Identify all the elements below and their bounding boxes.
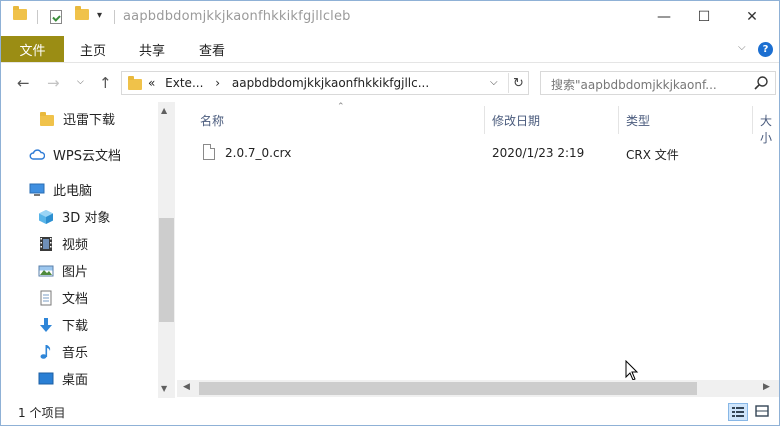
- column-header-type[interactable]: 类型: [626, 112, 650, 129]
- folder-icon: [128, 76, 142, 90]
- back-arrow-icon[interactable]: ←: [17, 74, 30, 92]
- folder-icon: [39, 111, 55, 127]
- sidebar-item-label: 桌面: [62, 373, 89, 388]
- sidebar-item-wps-cloud[interactable]: WPS云文档: [29, 141, 121, 168]
- file-icon: [203, 144, 215, 160]
- scroll-down-icon[interactable]: ▼: [161, 384, 167, 393]
- sidebar-item-label: 下载: [62, 319, 89, 334]
- search-icon[interactable]: [753, 75, 769, 91]
- divider: [752, 106, 753, 134]
- explorer-window: ▾ aapbdbdomjkkjkaonfhkkikfgjllcleb — ☐ ✕…: [0, 0, 780, 426]
- details-view-button[interactable]: [728, 403, 748, 421]
- address-dropdown-icon[interactable]: ⌵: [490, 77, 498, 88]
- breadcrumb-separator[interactable]: ›: [215, 76, 220, 90]
- sidebar-item-videos[interactable]: 视频: [38, 230, 88, 257]
- breadcrumb: « Exte... › aapbdbdomjkkjkaonfhkkikfgjll…: [148, 76, 429, 90]
- sidebar-item-documents[interactable]: 文档: [38, 284, 88, 311]
- help-icon[interactable]: ?: [758, 42, 773, 57]
- divider: [484, 106, 485, 134]
- sidebar-scroll-thumb[interactable]: [159, 218, 174, 322]
- sidebar-item-pictures[interactable]: 图片: [38, 257, 88, 284]
- tab-share[interactable]: 共享: [139, 36, 165, 62]
- forward-arrow-icon[interactable]: →: [47, 74, 60, 92]
- file-type: CRX 文件: [626, 148, 679, 162]
- music-note-icon: [38, 344, 54, 360]
- column-header-modified[interactable]: 修改日期: [492, 112, 540, 129]
- divider: [37, 10, 38, 24]
- item-count: 1 个项目: [18, 406, 66, 420]
- sidebar-item-label: 迅雷下载: [63, 113, 116, 128]
- column-header-name[interactable]: 名称: [200, 112, 224, 129]
- sidebar-item-label: 视频: [62, 238, 89, 253]
- large-icons-view-button[interactable]: [753, 403, 773, 421]
- video-icon: [38, 236, 54, 252]
- sidebar-item-label: 音乐: [62, 346, 89, 361]
- sidebar-item-label: 此电脑: [53, 184, 93, 199]
- title-bar: ▾ aapbdbdomjkkjkaonfhkkikfgjllcleb — ☐ ✕: [1, 1, 779, 33]
- sidebar-item-music[interactable]: 音乐: [38, 338, 88, 365]
- up-arrow-icon[interactable]: ↑: [99, 74, 112, 92]
- large-icons-view-icon: [755, 405, 769, 417]
- sidebar-scrollbar[interactable]: ▲ ▼: [158, 102, 175, 398]
- sidebar-item-label: WPS云文档: [53, 149, 121, 164]
- breadcrumb-overflow[interactable]: «: [148, 76, 155, 90]
- expand-ribbon-chevron-icon[interactable]: ⌵: [738, 42, 746, 53]
- sidebar-item-xunlei-downloads[interactable]: 迅雷下载: [39, 105, 115, 132]
- scroll-up-icon[interactable]: ▲: [161, 106, 167, 115]
- computer-icon: [29, 182, 45, 198]
- quick-access-dropdown-icon[interactable]: ▾: [97, 10, 102, 21]
- refresh-icon[interactable]: ↻: [508, 73, 528, 93]
- properties-icon[interactable]: [50, 10, 62, 24]
- breadcrumb-item-extensions[interactable]: Exte...: [165, 76, 203, 90]
- mouse-cursor-icon: [625, 360, 639, 381]
- search-box[interactable]: 搜索"aapbdbdomjkkjkaonf...: [540, 71, 776, 95]
- column-header-size[interactable]: 大小: [760, 112, 779, 146]
- sidebar-item-label: 3D 对象: [62, 211, 111, 226]
- sidebar-item-desktop[interactable]: 桌面: [38, 365, 88, 392]
- window-title: aapbdbdomjkkjkaonfhkkikfgjllcleb: [123, 9, 351, 24]
- file-name: 2.0.7_0.crx: [225, 146, 292, 160]
- close-button[interactable]: ✕: [729, 1, 775, 33]
- document-icon: [38, 290, 54, 306]
- navigation-pane: 迅雷下载 WPS云文档 此电脑 3D 对象 视频 图片 文档 下载 音乐 桌面 …: [1, 102, 176, 398]
- search-input[interactable]: 搜索"aapbdbdomjkkjkaonf...: [551, 76, 747, 93]
- address-bar[interactable]: « Exte... › aapbdbdomjkkjkaonfhkkikfgjll…: [121, 71, 529, 95]
- breadcrumb-item-current[interactable]: aapbdbdomjkkjkaonfhkkikfgjllc...: [232, 76, 429, 90]
- divider: [114, 10, 115, 24]
- navigation-bar: ← → ⌵ ↑ « Exte... › aapbdbdomjkkjkaonfhk…: [1, 64, 779, 102]
- sidebar-item-label: 图片: [62, 265, 89, 280]
- download-arrow-icon: [38, 317, 54, 333]
- sidebar-item-3d-objects[interactable]: 3D 对象: [38, 203, 110, 230]
- tab-view[interactable]: 查看: [199, 36, 225, 62]
- desktop-icon: [38, 371, 54, 387]
- details-view-icon: [732, 407, 744, 417]
- sidebar-item-this-pc[interactable]: 此电脑: [29, 176, 92, 203]
- sidebar-item-label: 文档: [62, 292, 89, 307]
- tab-home[interactable]: 主页: [80, 36, 106, 62]
- folder-icon[interactable]: [13, 6, 27, 20]
- recent-locations-chevron-icon[interactable]: ⌵: [77, 77, 84, 87]
- tab-file[interactable]: 文件: [1, 36, 64, 62]
- new-folder-icon[interactable]: [75, 6, 89, 20]
- file-list-pane: ⌃ 名称 修改日期 类型 大小 2.0.7_0.crx 2020/1/23 2:…: [177, 102, 779, 398]
- picture-icon: [38, 263, 54, 279]
- sort-ascending-icon: ⌃: [337, 102, 345, 112]
- sidebar-item-downloads[interactable]: 下载: [38, 311, 88, 338]
- cube-3d-icon: [38, 209, 54, 225]
- horizontal-scrollbar[interactable]: ◀ ▶: [177, 380, 779, 397]
- scroll-left-icon[interactable]: ◀: [183, 382, 190, 392]
- file-modified: 2020/1/23 2:19: [492, 146, 585, 160]
- divider: [618, 106, 619, 134]
- maximize-button[interactable]: ☐: [681, 1, 727, 33]
- cloud-icon: [29, 147, 46, 163]
- scroll-right-icon[interactable]: ▶: [763, 382, 770, 392]
- ribbon-tabs: 文件 主页 共享 查看 ⌵: [1, 35, 779, 63]
- status-bar: 1 个项目: [1, 399, 779, 425]
- horizontal-scroll-thumb[interactable]: [199, 382, 697, 395]
- table-row[interactable]: 2.0.7_0.crx 2020/1/23 2:19 CRX 文件: [199, 142, 779, 164]
